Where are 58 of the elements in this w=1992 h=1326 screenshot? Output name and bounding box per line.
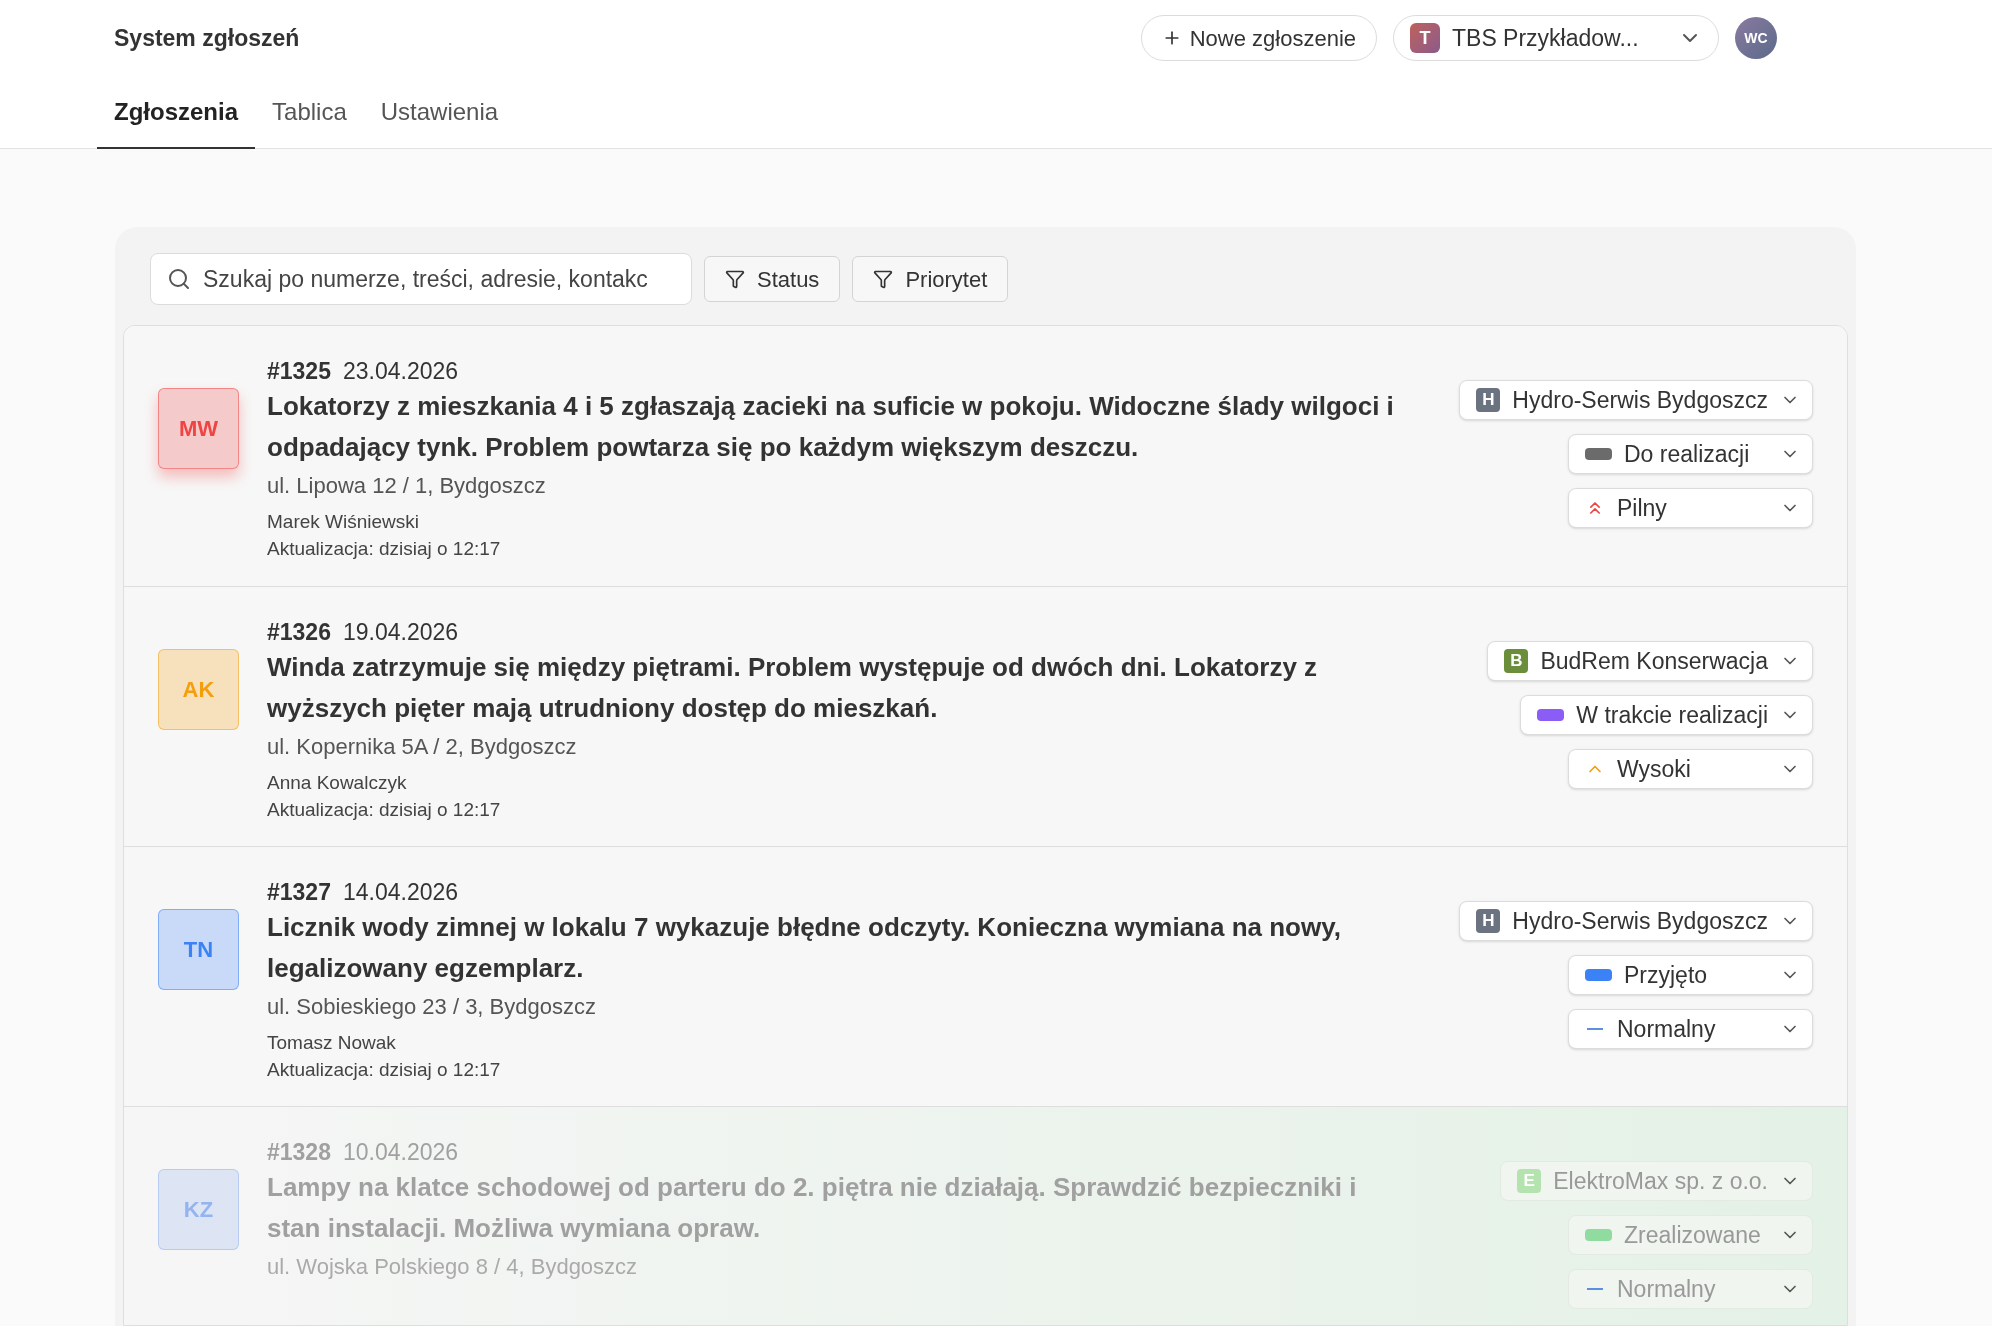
update-time: Aktualizacja: dzisiaj o 12:17 [267,537,502,561]
contractor-letter-icon: E [1517,1169,1542,1193]
ticket-row[interactable] [124,586,1847,846]
reporter-name: Anna Kowalczyk [267,771,408,795]
priority-dropdown[interactable]: Normalny [1568,1009,1813,1049]
priority-dropdown[interactable]: Wysoki [1568,749,1813,789]
avatar: AK [158,649,239,730]
reporter-name: Marek Wiśniewski [267,510,421,534]
reporter-name: Tomasz Nowak [267,1031,397,1055]
update-time: Aktualizacja: dzisiaj o 12:17 [267,798,502,822]
ticket-description: Licznik wody zimnej w lokalu 7 wykazuje błędne odczyty. Konieczna wymiana na nowy, legalizowany egzemplarz. [267,911,1342,985]
contractor-dropdown[interactable]: B BudRem Konserwacja [1487,641,1813,681]
status-dropdown[interactable]: Do realizacji [1568,434,1813,474]
avatar: KZ [158,1169,239,1250]
ticket-number: #1328 [267,1138,331,1167]
dash-icon [1587,1028,1603,1030]
user-avatar[interactable]: WC [1735,17,1777,59]
ticket-date: 19.04.2026 [342,618,459,647]
new-ticket-button[interactable]: Nowe zgłoszenie [1140,15,1377,61]
contractor-dropdown[interactable]: H Hydro-Serwis Bydgoszcz [1459,380,1813,420]
contractor-letter-icon: B [1504,649,1529,673]
organization-dropdown[interactable]: T TBS Przykładow... [1393,15,1719,61]
avatar: MW [158,388,239,469]
contractor-dropdown[interactable]: H Hydro-Serwis Bydgoszcz [1459,901,1813,941]
ticket-date: 14.04.2026 [342,878,459,907]
filter-icon [725,269,745,289]
search-field[interactable]: Szukaj po numerze, treści, adresie, kontakc [150,253,692,305]
ticket-row[interactable] [124,326,1847,586]
organization-logo-icon: T [1410,23,1440,53]
update-time: Aktualizacja: dzisiaj o 12:17 [267,1058,502,1082]
status-dropdown[interactable]: W trakcie realizacji [1520,695,1813,735]
nav-tab[interactable]: Zgłoszenia [97,76,256,149]
ticket-address: ul. Sobieskiego 23 / 3, Bydgoszcz [267,993,597,1021]
search-icon [167,267,191,291]
ticket-number: #1326 [267,618,331,647]
ticket-address: ul. Kopernika 5A / 2, Bydgoszcz [267,733,578,761]
ticket-description: Winda zatrzymuje się między piętrami. Problem występuje od dwóch dni. Lokatorzy z wyższych pięter mają utrudniony dostęp do mieszkań. [267,651,1319,725]
dash-icon [1587,1288,1603,1290]
filter-button[interactable]: Priorytet [852,256,1009,302]
contractor-letter-icon: H [1476,388,1501,412]
ticket-date: 23.04.2026 [342,357,459,386]
ticket-description: Lokatorzy z mieszkania 4 i 5 zgłaszają zacieki na suficie w pokoju. Widoczne ślady wilgoci i odpadający tynk. Problem powtarza się po każdym większym deszczu. [267,390,1395,464]
filter-button[interactable]: Status [704,256,841,302]
nav-tab[interactable]: Ustawienia [363,76,516,149]
nav-tab[interactable]: Tablica [255,76,364,149]
ticket-address: ul. Wojska Polskiego 8 / 4, Bydgoszcz [267,1253,639,1281]
filter-icon [873,269,894,289]
priority-dropdown[interactable]: Pilny [1568,488,1813,528]
app-title: System zgłoszeń [113,23,300,53]
status-dropdown[interactable]: Przyjęto [1568,955,1813,995]
ticket-number: #1327 [267,878,331,907]
ticket-row[interactable] [124,846,1847,1106]
ticket-date: 10.04.2026 [342,1138,459,1167]
contractor-letter-icon: H [1476,909,1501,933]
ticket-number: #1325 [267,357,331,386]
avatar: TN [158,909,239,990]
ticket-address: ul. Lipowa 12 / 1, Bydgoszcz [267,472,547,500]
ticket-description: Lampy na klatce schodowej od parteru do 2. piętra nie działają. Sprawdzić bezpieczniki i stan instalacji. Możliwa wymiana opraw. [267,1171,1358,1245]
